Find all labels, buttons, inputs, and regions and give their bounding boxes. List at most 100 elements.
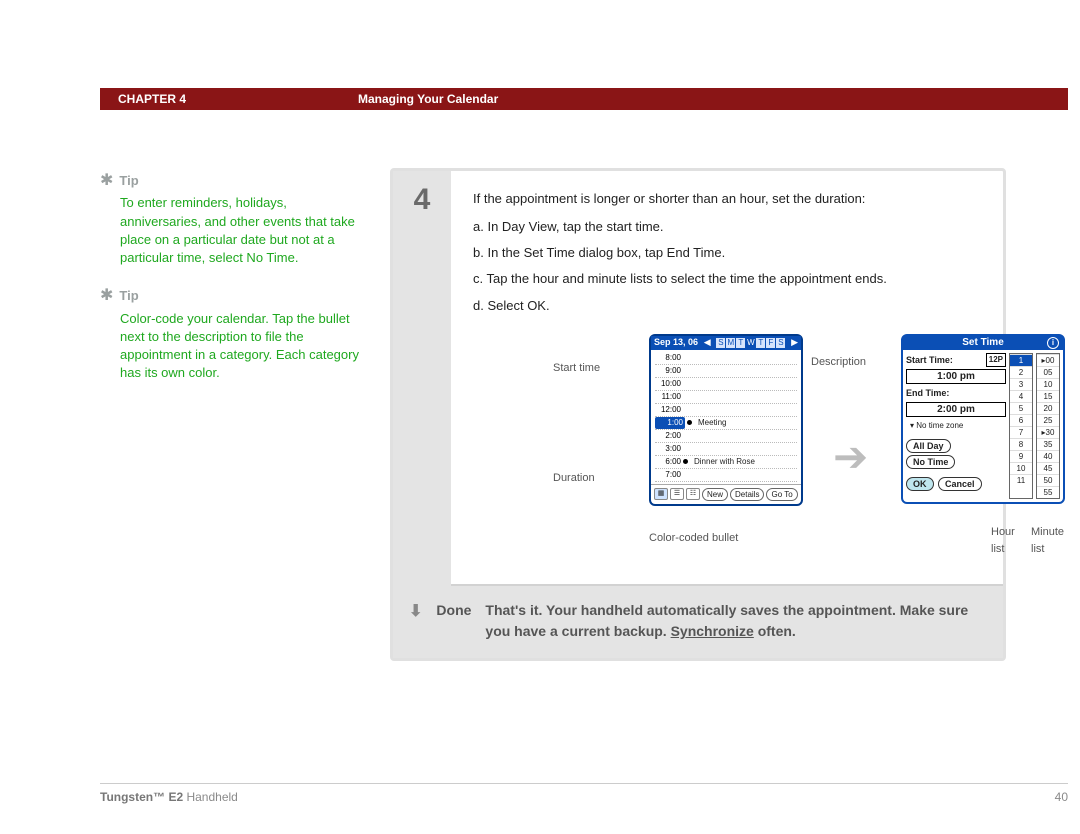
- weekday[interactable]: T: [736, 338, 745, 348]
- step-body: If the appointment is longer or shorter …: [473, 189, 1003, 564]
- time-cell[interactable]: 2:00: [655, 430, 681, 442]
- hour-cell[interactable]: 1: [1010, 354, 1032, 366]
- set-time-dialog: Set Timei Start Time: 12P 1:00 pm End Ti…: [901, 334, 1065, 504]
- event-text[interactable]: Meeting: [698, 417, 726, 429]
- hour-cell[interactable]: 2: [1010, 366, 1032, 378]
- hour-cell[interactable]: 9: [1010, 450, 1032, 462]
- category-bullet-icon[interactable]: [683, 459, 688, 464]
- minute-cell[interactable]: 35: [1037, 438, 1059, 450]
- view-icon[interactable]: ☷: [686, 488, 700, 500]
- time-cell[interactable]: 6:00: [655, 456, 681, 468]
- hour-cell[interactable]: 5: [1010, 402, 1032, 414]
- chapter-header: CHAPTER 4 Managing Your Calendar: [100, 88, 1068, 110]
- asterisk-icon: ✱: [100, 172, 113, 189]
- category-bullet-icon[interactable]: [687, 420, 692, 425]
- weekday[interactable]: M: [726, 338, 735, 348]
- tip-heading: Tip: [119, 173, 138, 188]
- end-time-value[interactable]: 2:00 pm: [906, 402, 1006, 417]
- time-row[interactable]: 1:00 Meeting: [655, 417, 797, 430]
- minute-cell[interactable]: 55: [1037, 486, 1059, 498]
- day-view: Sep 13, 06 ◀ S M T W T F S ▶ 8:: [649, 334, 803, 506]
- weekday[interactable]: S: [776, 338, 785, 348]
- done-label: Done: [436, 600, 471, 642]
- goto-button[interactable]: Go To: [766, 488, 797, 501]
- synchronize-link[interactable]: Synchronize: [671, 623, 754, 639]
- figures: Start time Duration Description Color-co…: [553, 334, 985, 564]
- time-row[interactable]: 7:00: [655, 469, 797, 482]
- all-day-button[interactable]: All Day: [906, 439, 951, 453]
- step-panel: 4 If the appointment is longer or shorte…: [390, 168, 1006, 661]
- time-row[interactable]: 3:00: [655, 443, 797, 456]
- minute-cell[interactable]: 25: [1037, 414, 1059, 426]
- page-number: 40: [1055, 790, 1068, 804]
- time-row[interactable]: 2:00: [655, 430, 797, 443]
- time-cell[interactable]: 3:00: [655, 443, 681, 455]
- ok-button[interactable]: OK: [906, 477, 934, 491]
- callout-color-bullet: Color-coded bullet: [649, 530, 738, 547]
- minute-cell[interactable]: 50: [1037, 474, 1059, 486]
- product-name: Tungsten™ E2 Handheld: [100, 790, 238, 804]
- day-view-date: Sep 13, 06: [654, 336, 698, 350]
- minute-list[interactable]: ▸000510152025▸303540455055: [1036, 353, 1060, 499]
- hour-cell[interactable]: 11: [1010, 474, 1032, 486]
- callout-description: Description: [811, 354, 866, 371]
- weekday-selected[interactable]: W: [746, 338, 755, 348]
- time-row[interactable]: 9:00: [655, 365, 797, 378]
- weekday-picker[interactable]: S M T W T F S: [716, 338, 785, 348]
- minute-cell[interactable]: 15: [1037, 390, 1059, 402]
- time-row[interactable]: 6:00 Dinner with Rose: [655, 456, 797, 469]
- view-icon[interactable]: ▦: [654, 488, 668, 500]
- hour-cell[interactable]: 7: [1010, 426, 1032, 438]
- hour-cell[interactable]: 6: [1010, 414, 1032, 426]
- dialog-title: Set Time: [962, 337, 1004, 348]
- hour-cell[interactable]: 8: [1010, 438, 1032, 450]
- time-cell[interactable]: 7:00: [655, 469, 681, 481]
- hour-cell[interactable]: 4: [1010, 390, 1032, 402]
- time-cell[interactable]: 8:00: [655, 352, 681, 364]
- minute-cell[interactable]: 45: [1037, 462, 1059, 474]
- new-button[interactable]: New: [702, 488, 728, 501]
- time-cell[interactable]: 11:00: [655, 391, 681, 403]
- time-cell[interactable]: 9:00: [655, 365, 681, 377]
- time-cell[interactable]: 12:00: [655, 404, 681, 416]
- cancel-button[interactable]: Cancel: [938, 477, 982, 491]
- minute-cell[interactable]: 10: [1037, 378, 1059, 390]
- time-cell[interactable]: 1:00: [655, 417, 685, 429]
- tip-block: ✱Tip Color-code your calendar. Tap the b…: [100, 285, 360, 382]
- hour-cell[interactable]: 3: [1010, 378, 1032, 390]
- no-time-button[interactable]: No Time: [906, 455, 955, 469]
- end-time-label: End Time:: [906, 387, 1006, 401]
- hour-list[interactable]: 1234567891011: [1009, 353, 1033, 499]
- minute-cell[interactable]: 20: [1037, 402, 1059, 414]
- time-row[interactable]: 12:00: [655, 404, 797, 417]
- hour-cell[interactable]: 10: [1010, 462, 1032, 474]
- weekday[interactable]: T: [756, 338, 765, 348]
- done-arrow-icon: ⬇: [409, 600, 422, 642]
- view-icon[interactable]: ☰: [670, 488, 684, 500]
- start-time-value[interactable]: 1:00 pm: [906, 369, 1006, 384]
- nav-right-icon[interactable]: ▶: [791, 336, 798, 350]
- info-icon[interactable]: i: [1047, 337, 1059, 349]
- weekday[interactable]: S: [716, 338, 725, 348]
- page-footer: Tungsten™ E2 Handheld 40: [100, 783, 1068, 804]
- details-button[interactable]: Details: [730, 488, 764, 501]
- minute-cell[interactable]: ▸30: [1037, 426, 1059, 438]
- ampm-toggle[interactable]: 12P: [986, 353, 1006, 367]
- nav-left-icon[interactable]: ◀: [704, 336, 711, 350]
- tip-body: Color-code your calendar. Tap the bullet…: [120, 310, 360, 383]
- minute-cell[interactable]: 40: [1037, 450, 1059, 462]
- weekday[interactable]: F: [766, 338, 775, 348]
- callout-start-time: Start time: [553, 360, 600, 377]
- done-text: That's it. Your handheld automatically s…: [485, 600, 985, 642]
- time-row[interactable]: 11:00: [655, 391, 797, 404]
- time-row[interactable]: 8:00: [655, 352, 797, 365]
- timezone-dropdown[interactable]: ▾ No time zone: [910, 420, 1006, 432]
- event-text[interactable]: Dinner with Rose: [694, 456, 755, 468]
- time-row[interactable]: 10:00: [655, 378, 797, 391]
- day-view-body: 8:009:0010:0011:0012:001:00 Meeting 2:003:…: [651, 350, 801, 484]
- time-cell[interactable]: 10:00: [655, 378, 681, 390]
- minute-cell[interactable]: 05: [1037, 366, 1059, 378]
- tip-body: To enter reminders, holidays, anniversar…: [120, 194, 360, 267]
- minute-cell[interactable]: ▸00: [1037, 354, 1059, 366]
- step-item: d. Select OK.: [473, 296, 985, 316]
